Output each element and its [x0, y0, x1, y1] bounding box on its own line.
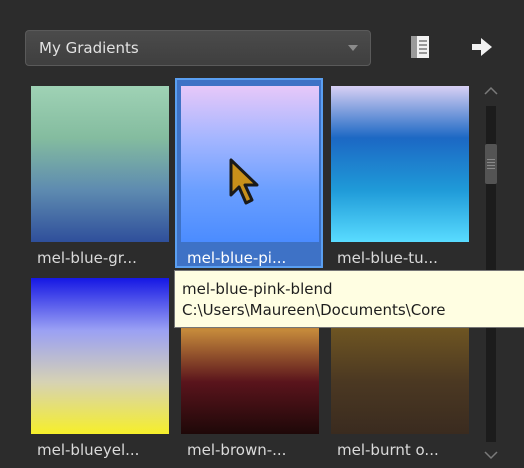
- scroll-up-icon[interactable]: [484, 86, 498, 96]
- scroll-down-icon[interactable]: [484, 450, 498, 460]
- gradient-label: mel-blue-gr...: [37, 249, 137, 267]
- dropdown-selected-label: My Gradients: [39, 39, 139, 57]
- gradient-tile[interactable]: mel-blue-gr...: [25, 78, 173, 268]
- save-icon: [411, 36, 429, 58]
- arrow-right-icon: [472, 38, 492, 56]
- next-button[interactable]: [469, 33, 495, 61]
- gradient-swatch: [31, 278, 169, 434]
- gradient-swatch: [331, 86, 469, 242]
- tooltip: mel-blue-pink-blend C:\Users\Maureen\Doc…: [174, 270, 524, 328]
- gradient-library-dropdown[interactable]: My Gradients: [25, 30, 371, 66]
- tooltip-path: C:\Users\Maureen\Documents\Core: [182, 301, 446, 319]
- tooltip-title: mel-blue-pink-blend: [182, 280, 333, 298]
- gradient-tile[interactable]: mel-blue-tu...: [325, 78, 473, 268]
- gradient-label: mel-brown-...: [187, 441, 287, 459]
- gradient-swatch: [31, 86, 169, 242]
- gradient-label: mel-blueyel...: [37, 441, 140, 459]
- save-button[interactable]: [408, 33, 434, 61]
- gradient-label: mel-blue-tu...: [337, 249, 438, 267]
- gradient-label: mel-burnt o...: [337, 441, 439, 459]
- chevron-down-icon: [348, 45, 358, 51]
- scroll-thumb[interactable]: [485, 144, 497, 184]
- gradient-tile[interactable]: mel-blueyel...: [25, 270, 173, 460]
- mouse-pointer-icon: [229, 158, 259, 205]
- gradient-label: mel-blue-pi...: [187, 249, 287, 267]
